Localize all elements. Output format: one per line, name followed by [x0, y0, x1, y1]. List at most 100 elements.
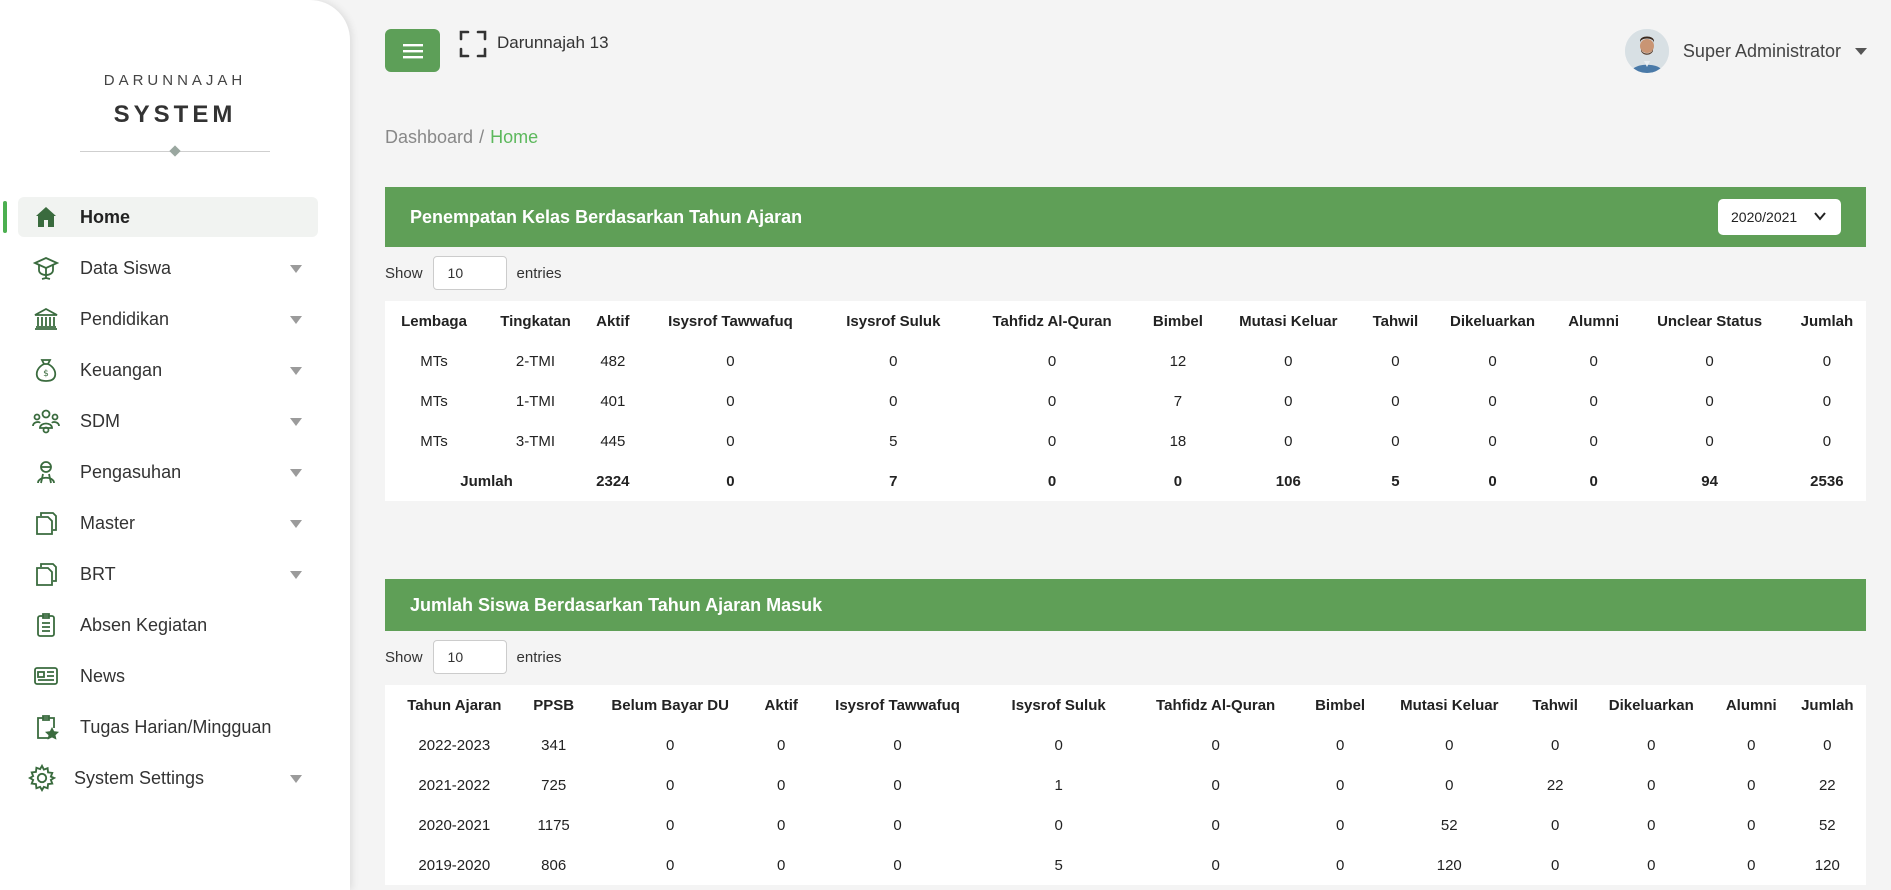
table-cell: 0 [1391, 392, 1400, 410]
table-cell: 0 [1054, 816, 1063, 834]
table-header-cell[interactable]: Tahwil [1522, 685, 1589, 725]
table-header-cell[interactable]: Mutasi Keluar [1377, 685, 1522, 725]
sidebar-item-news[interactable]: News [18, 656, 318, 696]
table-header-cell[interactable]: Tahun Ajaran [385, 685, 524, 725]
table-header-cell[interactable]: Alumni [1714, 685, 1789, 725]
panel-penempatan-header: Penempatan Kelas Berdasarkan Tahun Ajara… [385, 187, 1866, 247]
total-cell: 0 [1488, 472, 1497, 490]
table-header-cell[interactable]: Bimbel [1141, 301, 1215, 341]
table-cell: 0 [1647, 776, 1656, 794]
panel2-table: Tahun Ajaran PPSB Belum Bayar DU Aktif Isysr… [385, 685, 1866, 885]
sidebar-item-system-settings[interactable]: System Settings [18, 758, 318, 798]
table-cell: 341 [541, 736, 567, 754]
table-cell: 0 [893, 776, 902, 794]
sidebar-item-pendidikan[interactable]: Pendidikan [18, 299, 318, 339]
sidebar-item-label: Pengasuhan [80, 461, 182, 482]
table-header-cell[interactable]: Mutasi Keluar [1215, 301, 1361, 341]
table-cell: 401 [600, 392, 626, 410]
brand-logo: DARUNNAJAH SYSTEM [0, 0, 350, 157]
table-cell: 0 [1047, 352, 1057, 370]
sidebar-item-home[interactable]: Home [3, 197, 318, 237]
table-header-cell[interactable]: Aktif [588, 301, 638, 341]
entries-select[interactable]: 10 [432, 640, 507, 674]
table-cell: 0 [1211, 736, 1220, 754]
table-header-cell[interactable]: Tahwil [1361, 301, 1429, 341]
table-cell: 0 [1705, 392, 1714, 410]
sidebar-item-label: Absen Kegiatan [80, 614, 208, 635]
sidebar-item-absen-kegiatan[interactable]: Absen Kegiatan [18, 605, 318, 645]
sidebar-item-label: Pendidikan [80, 308, 170, 329]
table-cell: 0 [666, 856, 675, 874]
table-header-cell[interactable]: Tahfidz Al-Quran [963, 301, 1140, 341]
table-cell: 0 [1705, 432, 1714, 450]
table-row: 2019-2020 806 0 0 0 5 0 0 120 0 0 0 120 [385, 845, 1866, 885]
table-cell: 0 [1705, 352, 1714, 370]
table-cell: 3-TMI [515, 432, 556, 450]
table-cell: 0 [1647, 736, 1656, 754]
entries-select[interactable]: 10 [432, 256, 507, 290]
sidebar-item-brt[interactable]: BRT [18, 554, 318, 594]
table-cell: 0 [1284, 432, 1293, 450]
user-menu[interactable]: Super Administrator [1624, 29, 1867, 73]
table-header-cell[interactable]: Isysrof Tawwafuq [638, 301, 824, 341]
table-header-cell[interactable]: Dikeluarkan [1429, 301, 1556, 341]
table-cell: 2022-2023 [418, 736, 491, 754]
table-cell: 2021-2022 [418, 776, 491, 794]
table-cell: 0 [1445, 736, 1454, 754]
table-header-cell[interactable]: Unclear Status [1631, 301, 1787, 341]
table-cell: 0 [1211, 816, 1220, 834]
table-cell: 2020-2021 [418, 816, 491, 834]
chevron-down-icon [1814, 212, 1826, 221]
breadcrumb-dashboard-link[interactable]: Dashboard [385, 127, 473, 147]
breadcrumb: Dashboard / Home [385, 127, 538, 148]
table-header-cell[interactable]: Tingkatan [483, 301, 588, 341]
table-header-cell[interactable]: Alumni [1556, 301, 1632, 341]
table-cell: MTs [420, 352, 448, 370]
table-cell: 0 [1335, 816, 1345, 834]
sidebar-item-pengasuhan[interactable]: Pengasuhan [18, 452, 318, 492]
total-cell: 5 [1391, 472, 1400, 490]
table-cell: 445 [600, 432, 626, 450]
table-header-cell[interactable]: Dikeluarkan [1589, 685, 1714, 725]
menu-toggle-button[interactable] [385, 29, 440, 72]
sidebar-item-sdm[interactable]: SDM [18, 401, 318, 441]
table-row: MTs 2-TMI 482 0 0 0 12 0 0 0 0 0 0 [385, 341, 1866, 381]
sidebar-item-label: Data Siswa [80, 257, 172, 278]
table-header-cell[interactable]: Tahfidz Al-Quran [1128, 685, 1303, 725]
sidebar-item-data-siswa[interactable]: Data Siswa [18, 248, 318, 288]
table-row: 2020-2021 1175 0 0 0 0 0 0 52 0 0 0 52 [385, 805, 1866, 845]
hamburger-icon [402, 43, 423, 58]
table-header-cell[interactable]: Isysrof Suluk [823, 301, 963, 341]
sidebar-item-master[interactable]: Master [18, 503, 318, 543]
year-select[interactable]: 2020/2021 [1718, 199, 1841, 235]
table-cell: 0 [1747, 776, 1756, 794]
gear-icon [28, 763, 56, 793]
sidebar-item-label: System Settings [74, 767, 205, 788]
table-header-cell[interactable]: Bimbel [1303, 685, 1377, 725]
table-cell: 0 [1488, 432, 1497, 450]
table-header-cell[interactable]: Isysrof Tawwafuq [806, 685, 990, 725]
table-cell: 5 [889, 432, 898, 450]
total-cell: 0 [1589, 472, 1598, 490]
table-cell: 0 [893, 856, 902, 874]
table-cell: 0 [1822, 352, 1832, 370]
chevron-down-icon [290, 469, 302, 477]
table-row: MTs 3-TMI 445 0 5 0 18 0 0 0 0 0 0 [385, 421, 1866, 461]
table-cell: 0 [666, 736, 675, 754]
table-cell: 0 [1589, 432, 1598, 450]
table-header-cell[interactable]: PPSB [524, 685, 584, 725]
table-cell: 22 [1546, 776, 1564, 794]
sidebar-item-tugas[interactable]: Tugas Harian/Mingguan [18, 707, 318, 747]
table-header-cell[interactable]: Isysrof Suluk [989, 685, 1128, 725]
table-header-cell[interactable]: Jumlah [1788, 301, 1866, 341]
table-header-cell[interactable]: Jumlah [1789, 685, 1866, 725]
sidebar-item-keuangan[interactable]: $ Keuangan [18, 350, 318, 390]
table-header-cell[interactable]: Aktif [757, 685, 806, 725]
fullscreen-icon[interactable] [459, 30, 487, 58]
table-cell: 1175 [537, 816, 570, 834]
table-row: 2022-2023 341 0 0 0 0 0 0 0 0 0 0 0 [385, 725, 1866, 765]
table-header-cell[interactable]: Lembaga [385, 301, 483, 341]
table-header-cell[interactable]: Belum Bayar DU [584, 685, 757, 725]
table-cell: 0 [666, 776, 675, 794]
table-cell: 120 [1814, 856, 1840, 874]
